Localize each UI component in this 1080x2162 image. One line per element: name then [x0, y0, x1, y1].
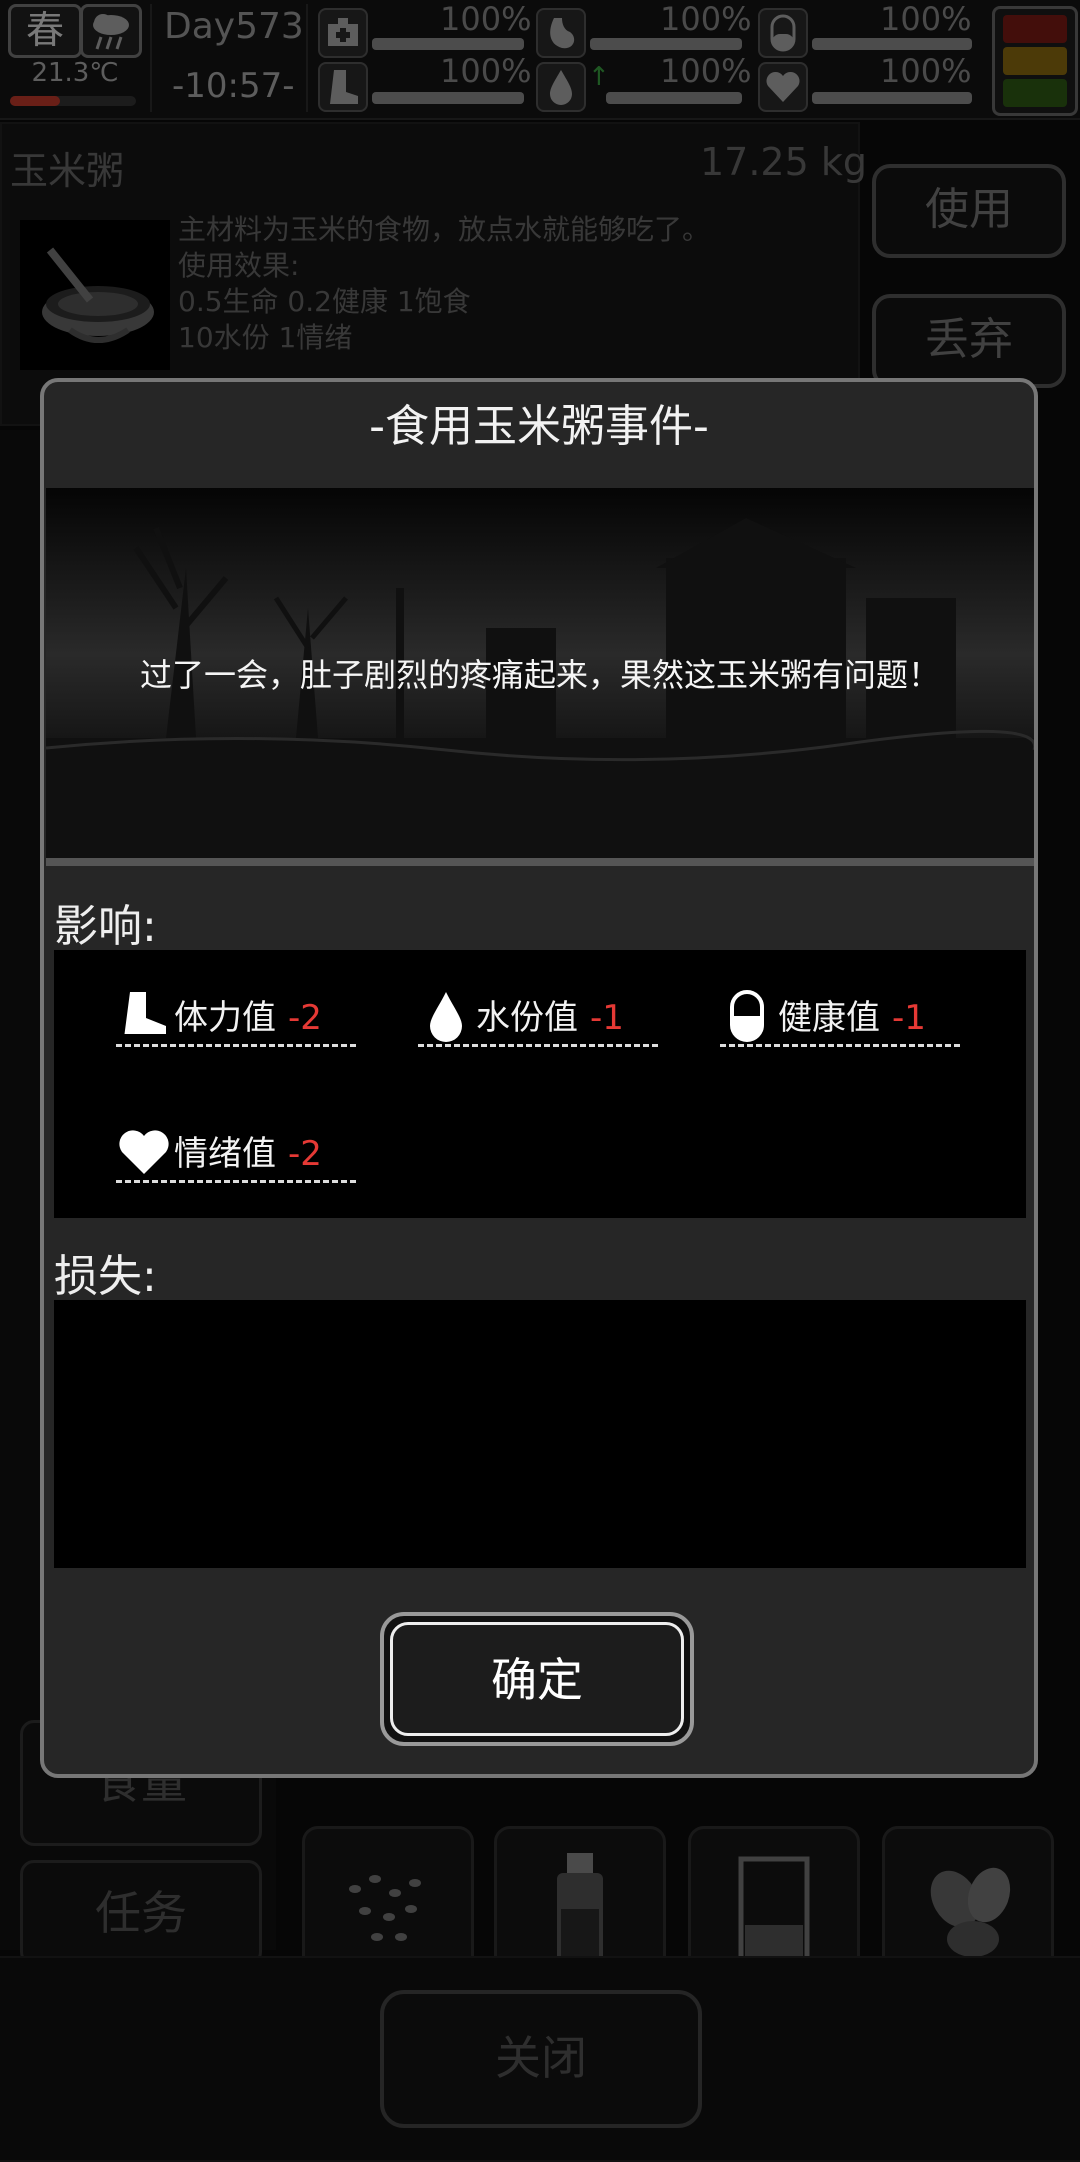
effect-value: -2 [288, 998, 322, 1038]
dashed-underline [116, 1180, 356, 1183]
effect-value: -2 [288, 1134, 322, 1174]
losses-heading: 损失: [54, 1251, 157, 1302]
effect-label: 体力值 [174, 998, 276, 1038]
dashed-underline [418, 1044, 658, 1047]
confirm-button[interactable]: 确定 [390, 1622, 684, 1736]
effect-value: -1 [892, 998, 926, 1038]
event-description: 过了一会，肚子剧烈的疼痛起来，果然这玉米粥有问题！ [139, 656, 940, 694]
effect-label: 水份值 [476, 998, 578, 1038]
effect-label: 情绪值 [174, 1134, 276, 1174]
dashed-underline [116, 1044, 356, 1047]
effect-value: -1 [590, 998, 624, 1038]
scene-divider [46, 858, 1034, 866]
dashed-underline [720, 1044, 960, 1047]
heart-icon [119, 1130, 169, 1174]
effect-label: 健康值 [778, 998, 880, 1038]
pill-icon [730, 990, 764, 1042]
effects-heading: 影响: [54, 901, 157, 952]
water-drop-icon [430, 992, 462, 1042]
losses-panel [54, 1300, 1026, 1568]
boot-icon [124, 992, 166, 1038]
dialog-title: -食用玉米粥事件- [369, 401, 709, 452]
